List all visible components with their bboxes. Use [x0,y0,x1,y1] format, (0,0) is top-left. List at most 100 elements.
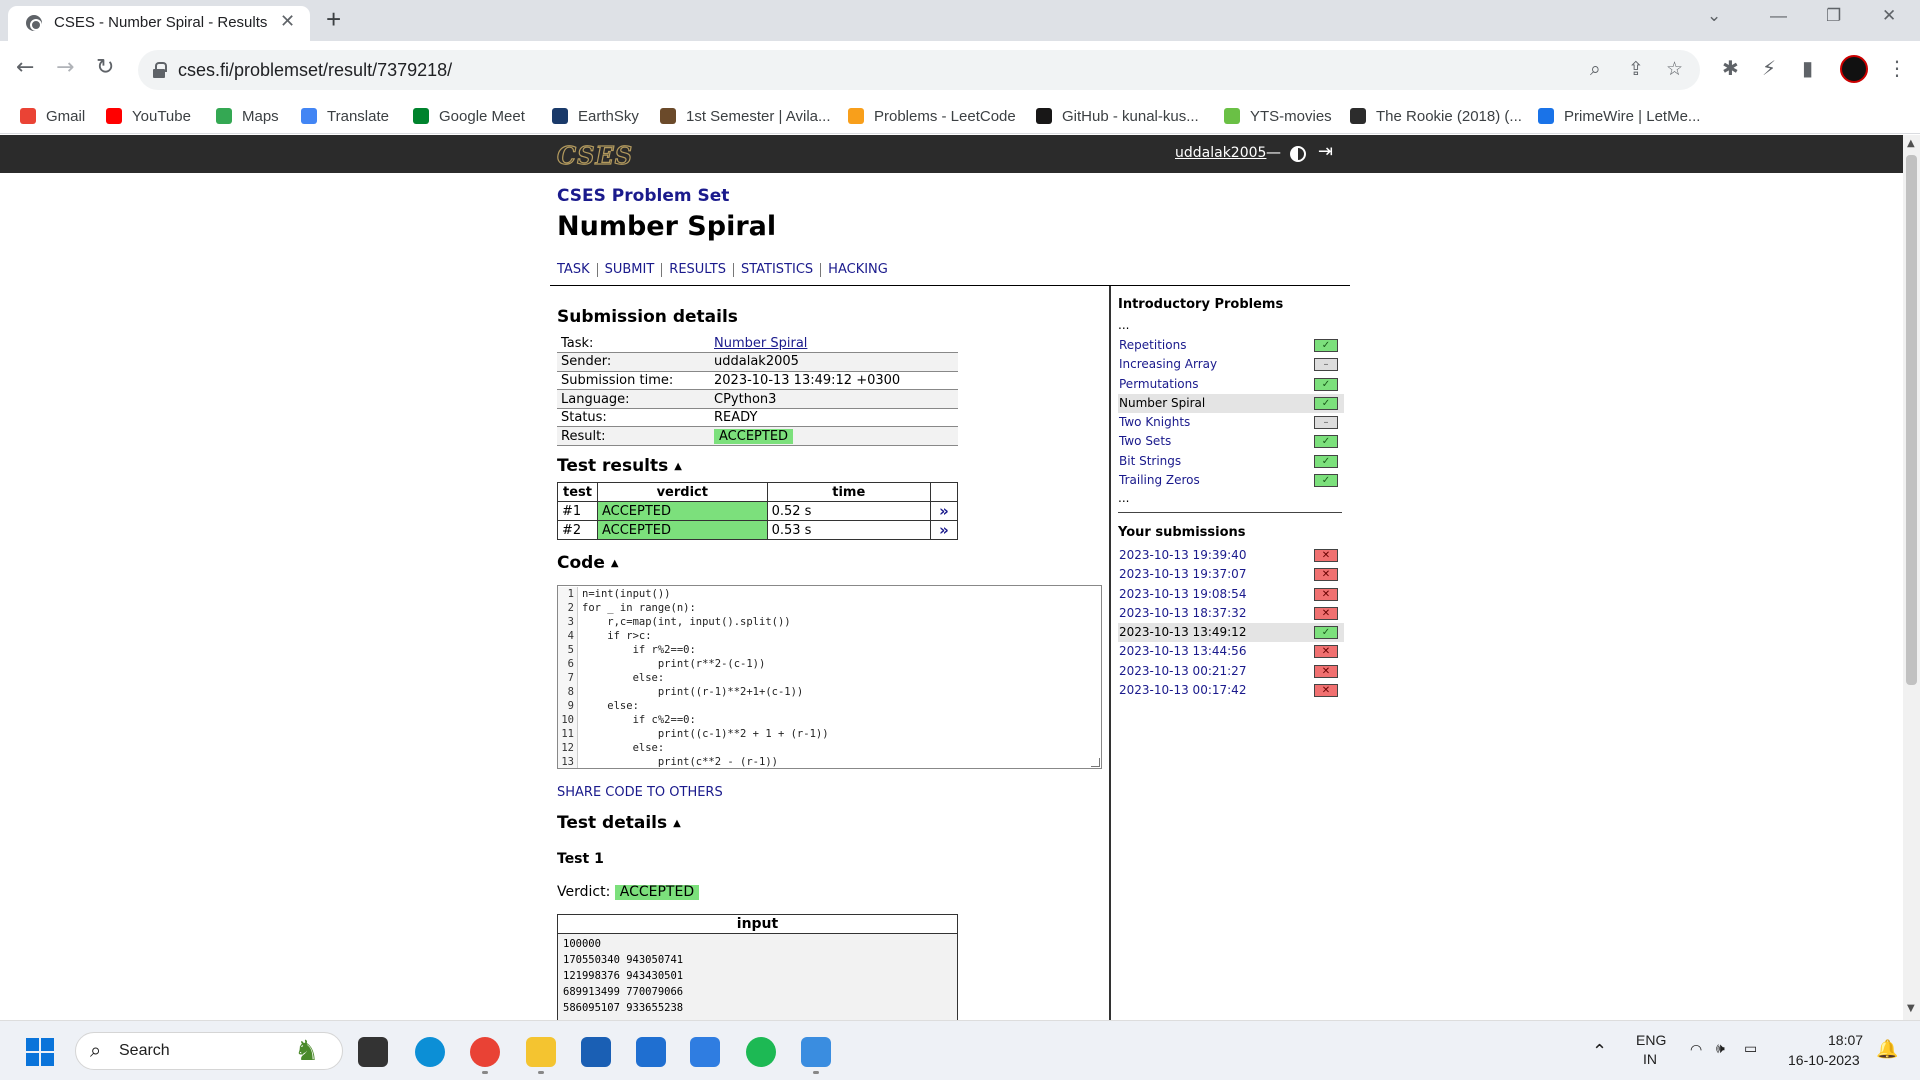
back-icon[interactable]: ← [16,55,34,80]
tab-hacking[interactable]: HACKING [820,263,895,277]
code-line[interactable]: r,c=map(int, input().split()) [582,615,829,629]
collapse-caret-icon[interactable]: ▲ [674,461,682,472]
sidebar-submission-label[interactable]: 2023-10-13 13:44:56 [1119,644,1246,658]
taskbar-store-icon[interactable] [581,1037,611,1067]
tab-search-icon[interactable]: ⌄ [1707,6,1721,26]
taskbar-mail-icon[interactable] [636,1037,666,1067]
code-line[interactable]: print((r-1)**2+1+(c-1)) [582,685,829,699]
logout-icon[interactable]: ⇥ [1318,141,1333,162]
task-link[interactable]: Number Spiral [714,336,807,351]
clock-date[interactable]: 16-10-2023 [1788,1052,1860,1068]
sidebar-problem-label[interactable]: Trailing Zeros [1119,473,1200,487]
code-line[interactable]: if r%2==0: [582,643,829,657]
code-line[interactable]: else: [582,671,829,685]
new-tab-button[interactable]: + [326,4,341,35]
code-line[interactable]: if c%2==0: [582,713,829,727]
sidebar-problem-label[interactable]: Permutations [1119,377,1199,391]
scroll-down-icon[interactable]: ▼ [1907,1003,1915,1014]
sidebar-problem-label[interactable]: Two Sets [1119,434,1171,448]
volume-icon[interactable]: 🕪 [1716,1040,1725,1057]
tab-submit[interactable]: SUBMIT [596,263,662,277]
sidebar-problem-label[interactable]: Bit Strings [1119,454,1181,468]
address-bar[interactable]: cses.fi/problemset/result/7379218/ ⌕ ⇪ ☆ [138,50,1700,90]
test-results-heading[interactable]: Test results ▲ [557,456,682,476]
tab-task[interactable]: TASK [557,263,597,277]
side-panel-icon[interactable]: ▮ [1802,56,1813,80]
performance-icon[interactable]: ⚡ [1762,56,1776,80]
windows-start-icon[interactable] [26,1038,54,1066]
share-icon[interactable]: ⇪ [1628,58,1644,80]
code-line[interactable]: else: [582,699,829,713]
taskbar-todo-icon[interactable] [690,1037,720,1067]
code-line[interactable]: print(c**2 - (r-1)) [582,755,829,768]
reload-icon[interactable]: ↻ [96,55,114,80]
bookmark-semester[interactable]: 1st Semester | Avila... [660,105,831,127]
sidebar-submission-label[interactable]: 2023-10-13 00:17:42 [1119,683,1246,697]
collapse-caret-icon[interactable]: ▲ [673,818,681,829]
code-viewer[interactable]: 1 2 3 4 5 6 7 8 9 10 11 12 13 n=int(input()) for _ in… [557,585,1102,769]
chevron-up-icon[interactable]: ⌃ [1592,1041,1607,1062]
language-indicator[interactable]: ENG [1636,1032,1666,1048]
bookmark-translate[interactable]: Translate [301,105,389,127]
forward-icon[interactable]: → [56,55,74,80]
taskbar-edge-icon[interactable] [415,1037,445,1067]
sidebar-submission[interactable]: 2023-10-13 13:49:12 ✓ [1118,623,1344,643]
sidebar-submission[interactable]: 2023-10-13 00:21:27 ✕ [1118,662,1344,681]
sidebar-problem[interactable]: Repetitions ✓ [1118,336,1344,355]
tab-statistics[interactable]: STATISTICS [732,263,820,277]
taskbar-photos-icon[interactable] [801,1037,831,1067]
sidebar-submission[interactable]: 2023-10-13 19:37:07 ✕ [1118,565,1344,584]
sidebar-problem[interactable]: Bit Strings ✓ [1118,452,1344,471]
sidebar-submission[interactable]: 2023-10-13 19:39:40 ✕ [1118,546,1344,565]
taskbar-search[interactable]: ⌕ Search ♞ [75,1032,343,1070]
sidebar-problem[interactable]: Permutations ✓ [1118,375,1344,394]
bookmark-earthsky[interactable]: EarthSky [552,105,639,127]
bookmark-primewire[interactable]: PrimeWire | LetMe... [1538,105,1700,127]
clock-time[interactable]: 18:07 [1828,1032,1863,1048]
menu-kebab-icon[interactable]: ⋮ [1887,56,1907,80]
test-details-heading[interactable]: Test details ▲ [557,813,681,833]
bookmark-leetcode[interactable]: Problems - LeetCode [848,105,1016,127]
taskbar-file-explorer-icon[interactable] [526,1037,556,1067]
notification-bell-icon[interactable]: 🔔 [1876,1039,1898,1060]
sidebar-submission[interactable]: 2023-10-13 18:37:32 ✕ [1118,604,1344,623]
tab-results[interactable]: RESULTS [661,263,733,277]
bookmark-maps[interactable]: Maps [216,105,279,127]
sidebar-submission[interactable]: 2023-10-13 00:17:42 ✕ [1118,681,1344,700]
bookmark-google-meet[interactable]: Google Meet [413,105,525,127]
sidebar-problem-label[interactable]: Repetitions [1119,338,1186,352]
bookmark-star-icon[interactable]: ☆ [1666,58,1683,80]
sidebar-submission-label[interactable]: 2023-10-13 00:21:27 [1119,664,1246,678]
sidebar-problem[interactable]: Trailing Zeros ✓ [1118,471,1344,490]
sidebar-submission[interactable]: 2023-10-13 13:44:56 ✕ [1118,642,1344,661]
close-window-button[interactable]: ✕ [1882,6,1896,26]
close-tab-icon[interactable]: ✕ [280,11,295,32]
profile-avatar[interactable] [1840,55,1868,83]
bookmark-gmail[interactable]: Gmail [20,105,85,127]
code-line[interactable]: n=int(input()) [582,587,829,601]
bookmark-youtube[interactable]: YouTube [106,105,191,127]
taskbar-file-explorer-dark-icon[interactable] [358,1037,388,1067]
bookmark-yts[interactable]: YTS-movies [1224,105,1332,127]
sidebar-problem[interactable]: Increasing Array – [1118,355,1344,374]
sidebar-problem[interactable]: Two Sets ✓ [1118,432,1344,451]
problem-set-title[interactable]: CSES Problem Set [557,186,729,206]
lock-icon[interactable] [153,62,167,78]
resize-grip-icon[interactable] [1091,758,1100,767]
cses-logo[interactable]: CSES [556,140,633,170]
scroll-thumb[interactable] [1906,155,1917,685]
sidebar-submission-label[interactable]: 2023-10-13 18:37:32 [1119,606,1246,620]
browser-tab[interactable]: CSES - Number Spiral - Results ✕ [8,6,310,41]
theme-toggle-icon[interactable] [1290,146,1306,162]
bookmark-rookie[interactable]: The Rookie (2018) (... [1350,105,1522,127]
username-link[interactable]: uddalak2005 [1175,145,1266,161]
code-line[interactable]: print(r**2-(c-1)) [582,657,829,671]
region-indicator[interactable]: IN [1643,1051,1657,1067]
collapse-caret-icon[interactable]: ▲ [611,558,619,569]
sidebar-problem[interactable]: Two Knights – [1118,413,1344,432]
url-text[interactable]: cses.fi/problemset/result/7379218/ [178,60,452,81]
sidebar-submission-label[interactable]: 2023-10-13 19:08:54 [1119,587,1246,601]
sidebar-submission-label[interactable]: 2023-10-13 19:37:07 [1119,567,1246,581]
bookmark-github[interactable]: GitHub - kunal-kus... [1036,105,1199,127]
taskbar-chrome-icon[interactable] [470,1037,500,1067]
